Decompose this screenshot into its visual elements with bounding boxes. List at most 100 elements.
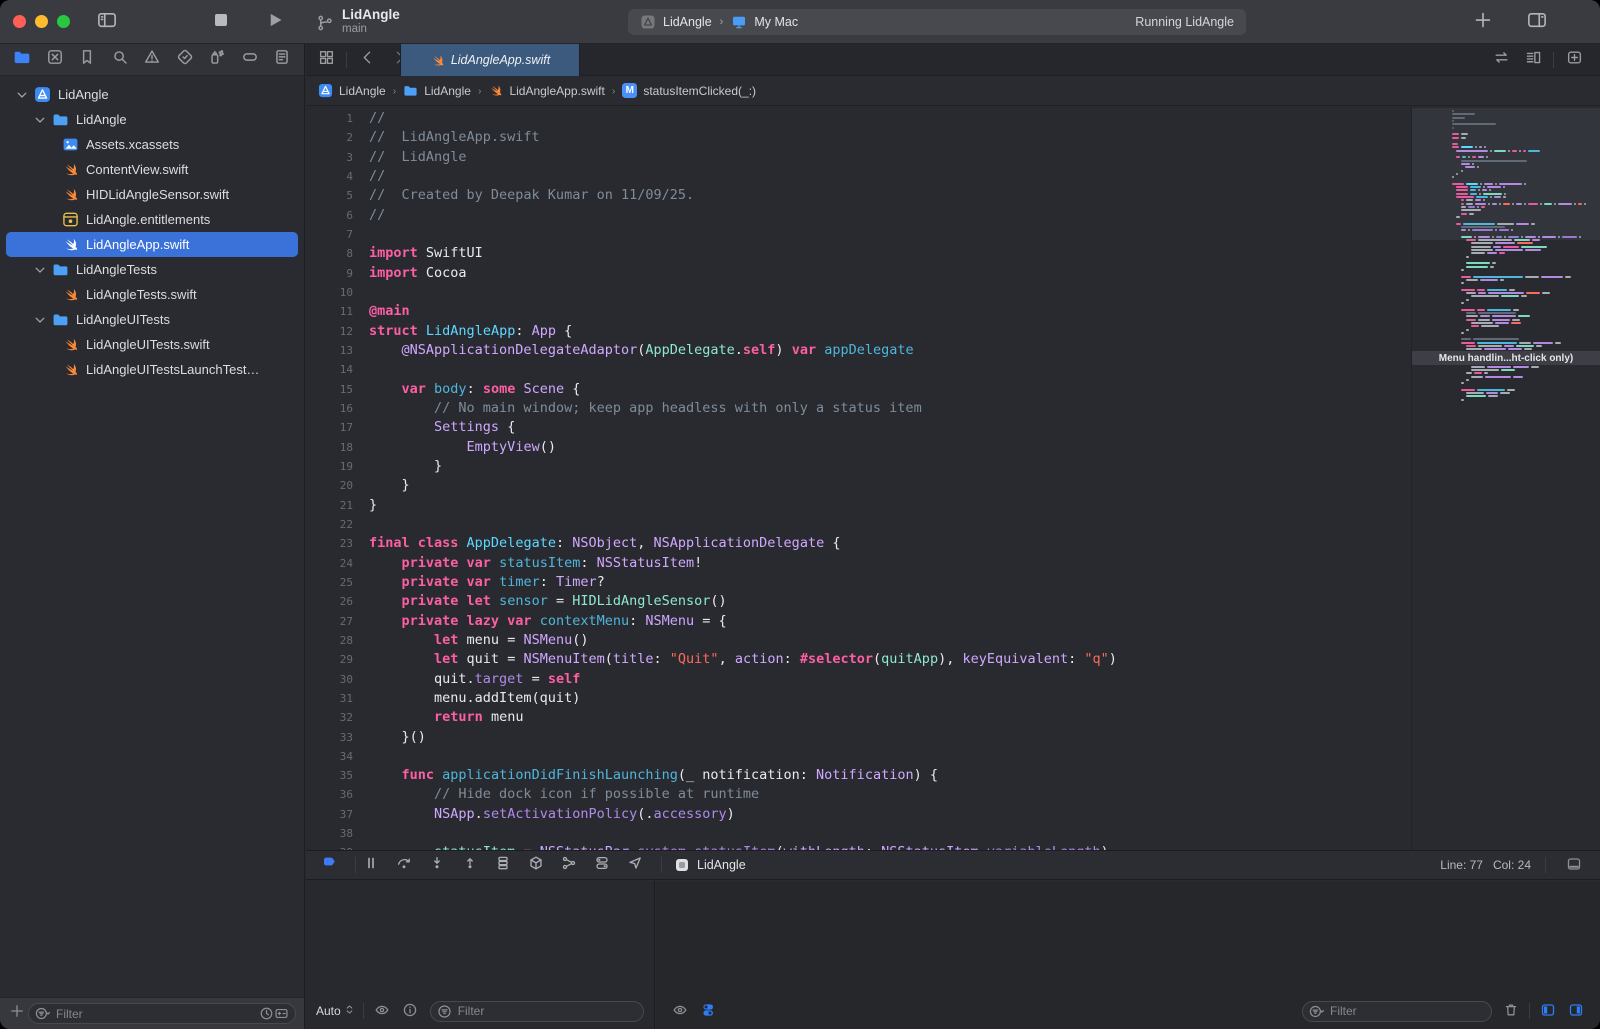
code-line[interactable]: 23final class AppDelegate: NSObject, NSA… [306,534,1410,553]
code-line[interactable]: 9import Cocoa [306,264,1410,283]
line-number[interactable]: 14 [306,360,353,379]
line-number[interactable]: 36 [306,785,353,804]
sidebar-file-row[interactable]: LidAngle [0,82,304,107]
quicklook-button[interactable] [671,1002,689,1020]
code-line[interactable]: 11@main [306,302,1410,321]
line-number[interactable]: 5 [306,186,353,205]
source-control-status-icon[interactable] [274,1006,289,1021]
recent-files-icon[interactable] [259,1006,274,1021]
zoom-window-button[interactable] [57,15,70,28]
sidebar-file-row[interactable]: HIDLidAngleSensor.swift [0,182,304,207]
share-nodes-button[interactable] [558,855,580,875]
code-line[interactable]: 34 [306,747,1410,766]
sidebar-file-row[interactable]: LidAngleUITestsLaunchTest… [0,357,304,382]
code-line[interactable]: 35 func applicationDidFinishLaunching(_ … [306,766,1410,785]
sidebar-file-row[interactable]: LidAngleApp.swift [6,232,298,257]
breadcrumb-item[interactable]: LidAngle [403,83,471,98]
code-line[interactable]: 31 menu.addItem(quit) [306,689,1410,708]
code-line[interactable]: 37 NSApp.setActivationPolicy(.accessory) [306,805,1410,824]
code-line[interactable]: 21} [306,496,1410,515]
environment-overrides-button[interactable] [699,1002,717,1020]
variables-filter-field[interactable]: Filter [430,1001,644,1022]
line-number[interactable]: 27 [306,612,353,631]
close-window-button[interactable] [13,15,26,28]
debug-process-chip[interactable]: LidAngle [674,857,746,873]
navigator-tab-vcs[interactable] [45,50,65,70]
code-line[interactable]: 10 [306,283,1410,302]
code-line[interactable]: 1// [306,109,1410,128]
sidebar-file-row[interactable]: LidAngleUITests.swift [0,332,304,357]
related-items-button[interactable] [1491,50,1511,70]
line-number[interactable]: 2 [306,128,353,147]
disclosure-chevron-icon[interactable] [32,312,48,328]
view-hierarchy-button[interactable] [492,855,514,875]
line-number[interactable]: 4 [306,167,353,186]
add-file-button[interactable] [8,1005,26,1023]
code-line[interactable]: 22 [306,515,1410,534]
line-number[interactable]: 20 [306,476,353,495]
run-button[interactable] [264,11,286,33]
line-number[interactable]: 24 [306,554,353,573]
line-number[interactable]: 10 [306,283,353,302]
code-line[interactable]: 18 EmptyView() [306,438,1410,457]
line-number[interactable]: 29 [306,650,353,669]
toggle-inspector-button[interactable] [1526,11,1548,33]
run-destination[interactable]: My Mac [754,15,798,29]
code-line[interactable]: 17 Settings { [306,418,1410,437]
editor-overview-button[interactable] [316,50,336,70]
line-number[interactable]: 23 [306,534,353,553]
navigator-tab-issues[interactable] [142,50,162,70]
code-line[interactable]: 25 private var timer: Timer? [306,573,1410,592]
minimap-viewport[interactable] [1412,108,1600,240]
code-line[interactable]: 6// [306,206,1410,225]
line-number[interactable]: 21 [306,496,353,515]
code-line[interactable]: 3// LidAngle [306,148,1410,167]
step-into-button[interactable] [426,855,448,875]
line-number[interactable]: 16 [306,399,353,418]
disclosure-chevron-icon[interactable] [14,87,30,103]
disclosure-chevron-icon[interactable] [32,112,48,128]
navigator-filter-field[interactable]: Filter [28,1003,296,1024]
line-number[interactable]: 7 [306,225,353,244]
line-number[interactable]: 18 [306,438,353,457]
navigator-tab-reports[interactable] [272,50,292,70]
navigator-tab-breakpoints[interactable] [240,50,260,70]
code-line[interactable]: 30 quit.target = self [306,670,1410,689]
line-number[interactable]: 32 [306,708,353,727]
line-number[interactable]: 34 [306,747,353,766]
add-editor-button[interactable] [1564,50,1584,70]
minimize-window-button[interactable] [35,15,48,28]
code-line[interactable]: 4// [306,167,1410,186]
sidebar-file-row[interactable]: LidAngle [0,107,304,132]
pause-button[interactable] [360,855,382,875]
line-number[interactable]: 9 [306,264,353,283]
line-number[interactable]: 17 [306,418,353,437]
navigator-tab-search[interactable] [110,50,130,70]
line-number[interactable]: 26 [306,592,353,611]
code-line[interactable]: 14 [306,360,1410,379]
sidebar-file-row[interactable]: LidAngleTests [0,257,304,282]
navigator-tab-bookmark[interactable] [77,50,97,70]
code-line[interactable]: 20 } [306,476,1410,495]
code-line[interactable]: 8import SwiftUI [306,244,1410,263]
line-number[interactable]: 15 [306,380,353,399]
show-variables-view-button[interactable] [1539,1002,1557,1020]
code-line[interactable]: 24 private var statusItem: NSStatusItem! [306,554,1410,573]
navigator-tab-debug[interactable] [207,50,227,70]
sidebar-file-row[interactable]: ContentView.swift [0,157,304,182]
scheme-app-name[interactable]: LidAngle [663,15,712,29]
disclosure-chevron-icon[interactable] [32,262,48,278]
line-number[interactable]: 33 [306,728,353,747]
line-number[interactable]: 38 [306,824,353,843]
tab-lidangleapp-swift[interactable]: LidAngleApp.swift [400,44,580,76]
line-number[interactable]: 3 [306,148,353,167]
line-number[interactable]: 6 [306,206,353,225]
code-line[interactable]: 7 [306,225,1410,244]
code-line[interactable]: 33 }() [306,728,1410,747]
breadcrumb-item[interactable]: LidAngle [318,83,386,98]
info-button[interactable] [401,1002,419,1020]
line-number[interactable]: 31 [306,689,353,708]
go-back-button[interactable] [357,50,377,70]
step-out-button[interactable] [459,855,481,875]
line-number[interactable]: 28 [306,631,353,650]
